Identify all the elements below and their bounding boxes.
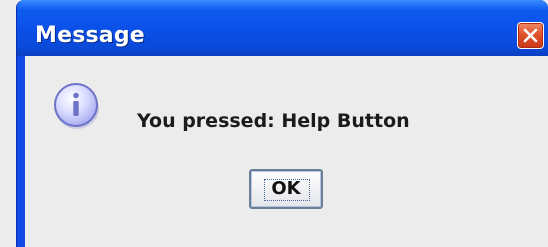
dialog-title: Message	[35, 23, 145, 48]
desktop-background	[0, 0, 16, 247]
message-dialog: Message You pressed: Help Button OK	[16, 0, 548, 247]
close-button[interactable]	[517, 22, 544, 49]
ok-button-label: OK	[271, 178, 301, 199]
dialog-message: You pressed: Help Button	[137, 110, 410, 132]
information-icon	[54, 83, 99, 129]
title-bar[interactable]: Message	[17, 0, 548, 56]
dialog-content: You pressed: Help Button OK	[25, 56, 548, 247]
ok-button[interactable]: OK	[249, 169, 323, 209]
close-icon	[523, 28, 538, 43]
